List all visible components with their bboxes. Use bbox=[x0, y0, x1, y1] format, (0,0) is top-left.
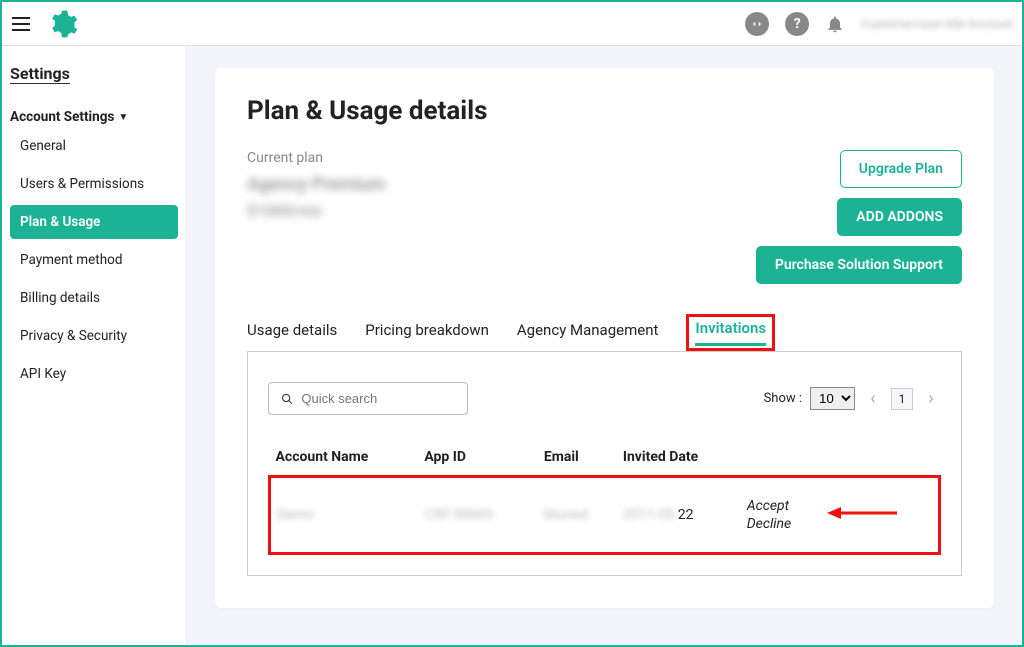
col-arrow bbox=[821, 439, 940, 477]
plan-actions: Upgrade Plan ADD ADDONS Purchase Solutio… bbox=[756, 150, 962, 284]
sidebar-group: Account Settings ▼ General Users & Permi… bbox=[10, 109, 178, 391]
page-title: Plan & Usage details bbox=[247, 96, 962, 126]
tab-usage-details[interactable]: Usage details bbox=[247, 321, 337, 345]
plan-usage-card: Plan & Usage details Current plan Agency… bbox=[215, 68, 994, 608]
sidebar-item-users-permissions[interactable]: Users & Permissions bbox=[10, 167, 178, 201]
pager: Show : 10 ‹ 1 › bbox=[764, 387, 941, 410]
cell-actions: Accept Decline bbox=[741, 477, 821, 554]
invitations-table: Account Name App ID Email Invited Date D… bbox=[268, 439, 941, 555]
topbar: ? Customer/user title Account bbox=[2, 2, 1022, 46]
plan-left: Current plan Agency Premium $1000/mo bbox=[247, 150, 385, 284]
sidebar-item-api-key[interactable]: API Key bbox=[10, 357, 178, 391]
tab-agency-management[interactable]: Agency Management bbox=[517, 321, 659, 345]
tab-pricing-breakdown[interactable]: Pricing breakdown bbox=[365, 321, 489, 345]
sidebar-group-label: Account Settings bbox=[10, 109, 114, 125]
add-addons-button[interactable]: ADD ADDONS bbox=[837, 198, 962, 236]
show-label: Show : bbox=[764, 391, 802, 406]
col-app-id: App ID bbox=[418, 439, 538, 477]
topbar-left bbox=[12, 8, 78, 40]
cell-email: blurred bbox=[544, 507, 588, 523]
sidebar-item-label: Payment method bbox=[20, 252, 122, 268]
cell-invited-date-visible: 22 bbox=[678, 507, 694, 523]
cell-pointer bbox=[821, 477, 940, 554]
cell-invited-date-blur: 2011-05- bbox=[623, 507, 678, 523]
sidebar-item-label: API Key bbox=[20, 366, 66, 382]
sidebar-item-label: Users & Permissions bbox=[20, 176, 144, 192]
tabs: Usage details Pricing breakdown Agency M… bbox=[247, 314, 962, 351]
col-actions bbox=[741, 439, 821, 477]
page-number[interactable]: 1 bbox=[891, 388, 913, 410]
cell-account-name: Demo bbox=[277, 507, 314, 523]
decline-link[interactable]: Decline bbox=[747, 516, 815, 532]
sidebar-group-header[interactable]: Account Settings ▼ bbox=[10, 109, 178, 125]
sidebar-item-general[interactable]: General bbox=[10, 129, 178, 163]
user-label: Customer/user title Account bbox=[861, 17, 1012, 31]
sidebar-item-label: Billing details bbox=[20, 290, 100, 306]
search-icon bbox=[281, 392, 293, 406]
page-body: Settings Account Settings ▼ General User… bbox=[2, 46, 1022, 645]
sidebar-item-privacy-security[interactable]: Privacy & Security bbox=[10, 319, 178, 353]
sidebar-item-label: General bbox=[20, 138, 66, 154]
col-invited-date: Invited Date bbox=[617, 439, 741, 477]
red-arrow-icon bbox=[827, 503, 897, 523]
page-size-select[interactable]: 10 bbox=[810, 387, 855, 410]
plan-extra: $1000/mo bbox=[247, 201, 385, 220]
tab-invitations-highlight: Invitations bbox=[686, 314, 775, 351]
table-row-highlight: Demo CXF:58665- blurred 2011-05-22 Accep… bbox=[270, 477, 940, 554]
upgrade-plan-button[interactable]: Upgrade Plan bbox=[840, 150, 962, 188]
plan-row: Current plan Agency Premium $1000/mo Upg… bbox=[247, 150, 962, 284]
tab-invitations[interactable]: Invitations bbox=[695, 319, 766, 346]
code-icon[interactable] bbox=[745, 12, 769, 36]
table-header-row: Account Name App ID Email Invited Date bbox=[270, 439, 940, 477]
table-row: Demo CXF:58665- blurred 2011-05-22 Accep… bbox=[270, 477, 940, 554]
search-box[interactable] bbox=[268, 382, 468, 415]
sidebar-item-billing-details[interactable]: Billing details bbox=[10, 281, 178, 315]
sidebar-item-label: Plan & Usage bbox=[20, 214, 100, 230]
sidebar-item-payment-method[interactable]: Payment method bbox=[10, 243, 178, 277]
cell-app-id: CXF:58665- bbox=[424, 507, 496, 523]
next-page-button[interactable]: › bbox=[921, 389, 941, 409]
panel-toprow: Show : 10 ‹ 1 › bbox=[268, 382, 941, 415]
prev-page-button[interactable]: ‹ bbox=[863, 389, 883, 409]
topbar-right: ? Customer/user title Account bbox=[745, 12, 1012, 36]
purchase-solution-support-button[interactable]: Purchase Solution Support bbox=[756, 246, 962, 284]
sidebar-title: Settings bbox=[10, 64, 70, 84]
logo-gear-icon bbox=[46, 8, 78, 40]
menu-icon[interactable] bbox=[12, 12, 36, 36]
sidebar: Settings Account Settings ▼ General User… bbox=[2, 46, 187, 645]
plan-name: Agency Premium bbox=[247, 174, 385, 195]
col-account-name: Account Name bbox=[270, 439, 419, 477]
search-input[interactable] bbox=[301, 391, 455, 406]
sidebar-item-plan-usage[interactable]: Plan & Usage bbox=[10, 205, 178, 239]
invitations-panel: Show : 10 ‹ 1 › Account Name App ID bbox=[247, 351, 962, 576]
col-email: Email bbox=[538, 439, 617, 477]
main-area: Plan & Usage details Current plan Agency… bbox=[187, 46, 1022, 645]
sidebar-item-label: Privacy & Security bbox=[20, 328, 127, 344]
bell-icon[interactable] bbox=[825, 14, 845, 34]
help-icon[interactable]: ? bbox=[785, 12, 809, 36]
current-plan-label: Current plan bbox=[247, 150, 385, 166]
chevron-down-icon: ▼ bbox=[118, 112, 128, 123]
accept-link[interactable]: Accept bbox=[747, 498, 815, 514]
